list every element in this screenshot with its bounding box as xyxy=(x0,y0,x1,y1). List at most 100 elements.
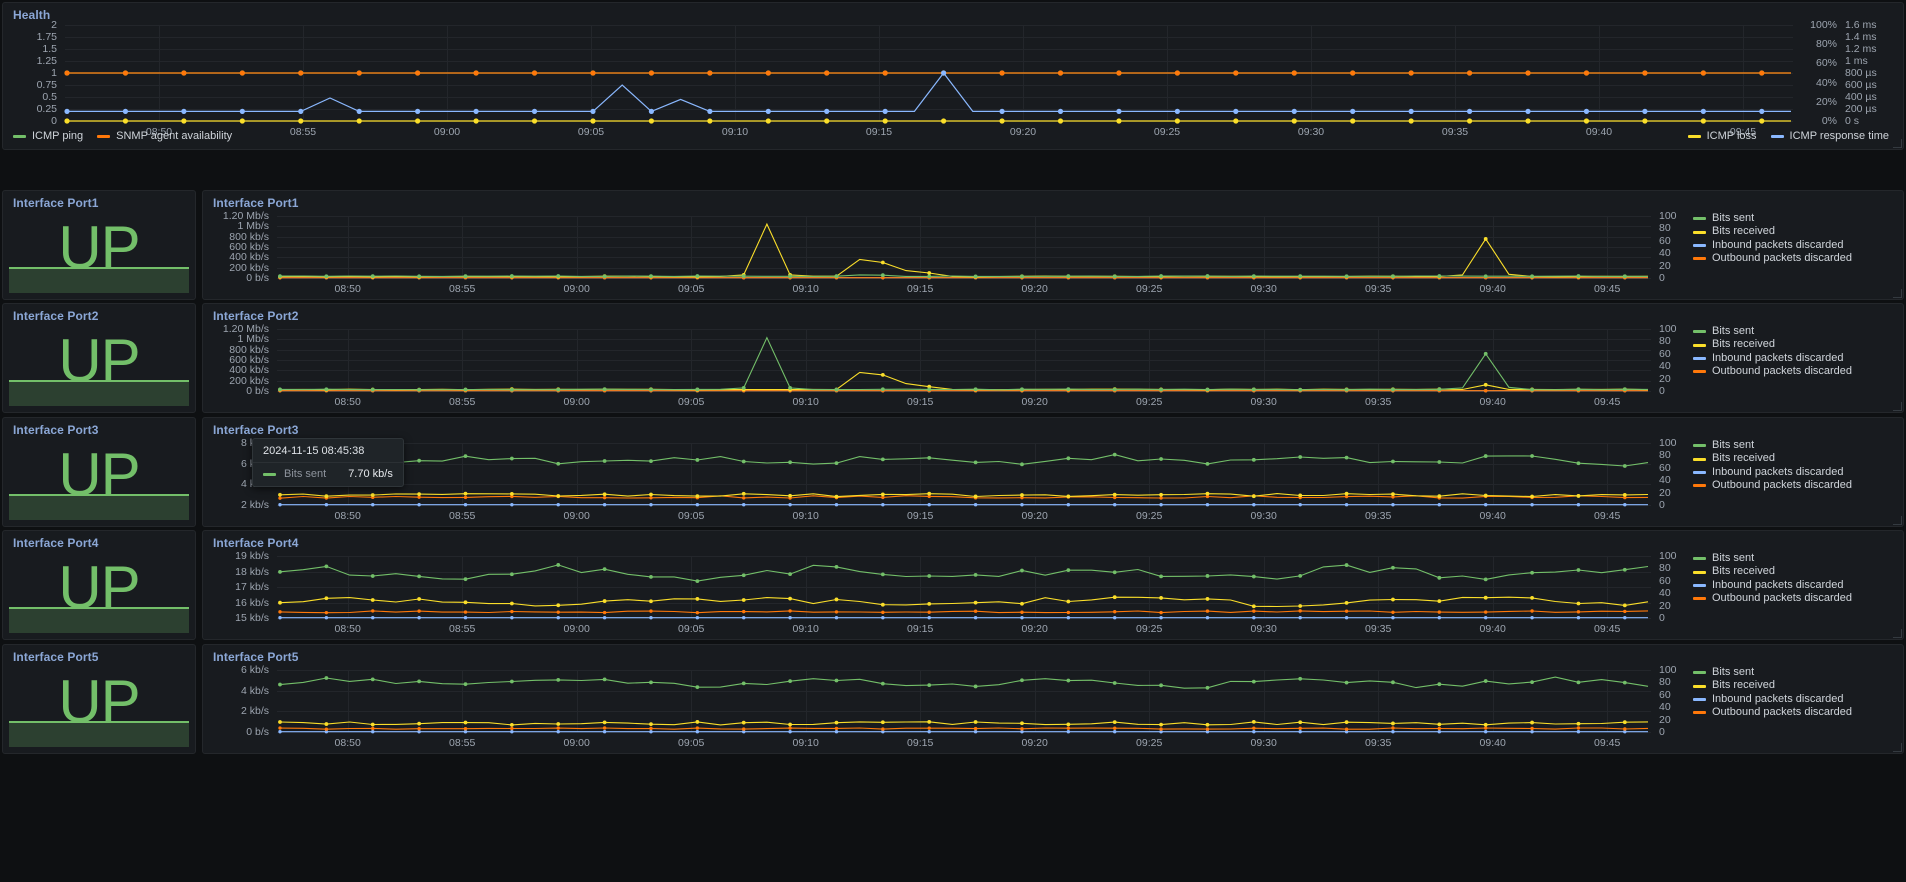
legend-item[interactable]: Bits received xyxy=(1693,225,1852,238)
panel-title-status-port1[interactable]: Interface Port1 xyxy=(13,196,99,210)
x-axis-tick: 09:10 xyxy=(792,396,819,408)
legend-item[interactable]: Bits received xyxy=(1693,452,1852,465)
status-bar-port1 xyxy=(9,267,189,293)
y-axis-tick-right: 20 xyxy=(1659,259,1671,272)
plot-area-port3[interactable]: 8 kb/s6 kb/s4 kb/s2 kb/s08:5008:5509:000… xyxy=(241,437,1677,522)
x-axis-tick: 09:25 xyxy=(1136,283,1163,295)
series-svg-port3 xyxy=(278,452,1649,507)
plot-area-port2[interactable]: 1.20 Mb/s 1 Mb/s 800 kb/s 600 kb/s 400 kb/s 2… xyxy=(223,323,1677,408)
panel-health[interactable]: Health 2 1.75 1.5 1.25 1 0.75 0.5 0.25 0 08:50 08:… xyxy=(2,2,1904,150)
panel-title-status-port4[interactable]: Interface Port4 xyxy=(13,536,99,550)
legend-item[interactable]: Bits sent xyxy=(1693,666,1852,679)
panel-title-graph-port5[interactable]: Interface Port5 xyxy=(213,650,299,664)
panel-title-status-port5[interactable]: Interface Port5 xyxy=(13,650,99,664)
y-axis-tick-left: 1 xyxy=(51,67,57,79)
panel-title-graph-port2[interactable]: Interface Port2 xyxy=(213,309,299,323)
legend-swatch-icmp-response-time xyxy=(1770,134,1784,138)
series-svg-port4 xyxy=(278,563,1649,620)
legend-swatch-inbound-packets-discarded xyxy=(1693,698,1706,702)
panel-title-status-port2[interactable]: Interface Port2 xyxy=(13,309,99,323)
x-axis-tick: 08:55 xyxy=(449,623,476,635)
legend-item[interactable]: Inbound packets discarded xyxy=(1693,693,1852,706)
legend-swatch-icmp-ping xyxy=(13,134,26,138)
panel-graph-port4[interactable]: Interface Port4 19 kb/s 18 kb/s 17 kb/s 16 k… xyxy=(202,530,1904,640)
panel-status-port3[interactable]: Interface Port3 UP xyxy=(2,417,196,527)
health-series-svg xyxy=(64,70,1791,124)
panel-graph-port1[interactable]: Interface Port1 1.20 Mb/s 1 Mb/s 800 kb/s 60… xyxy=(202,190,1904,300)
legend-label: Bits received xyxy=(1712,338,1775,351)
panel-status-port5[interactable]: Interface Port5 UP xyxy=(2,644,196,754)
legend-label: Outbound packets discarded xyxy=(1712,252,1853,265)
panel-resize-handle[interactable] xyxy=(1893,139,1902,148)
x-axis-tick: 08:55 xyxy=(449,283,476,295)
x-axis-tick: 09:40 xyxy=(1585,126,1613,138)
panel-resize-handle[interactable] xyxy=(1893,516,1902,525)
x-axis-tick: 09:05 xyxy=(678,623,705,635)
legend-item[interactable]: Bits sent xyxy=(1693,212,1852,225)
y-axis-tick-percent: 20% xyxy=(1815,95,1837,108)
legend-item[interactable]: Bits sent xyxy=(1693,325,1852,338)
panel-graph-port5[interactable]: Interface Port5 6 kb/s 4 kb/s 2 kb/s 0 b/s 08… xyxy=(202,644,1904,754)
y-axis-tick-right: 40 xyxy=(1659,701,1671,714)
panel-graph-port2[interactable]: Interface Port2 1.20 Mb/s 1 Mb/s 800 kb/s 60… xyxy=(202,303,1904,413)
panel-status-port2[interactable]: Interface Port2 UP xyxy=(2,303,196,413)
y-axis-tick: 0 b/s xyxy=(246,272,269,284)
plot-area-port4[interactable]: 19 kb/s 18 kb/s 17 kb/s 16 kb/s 15 kb/s 08:50… xyxy=(235,550,1676,635)
legend-label: Inbound packets discarded xyxy=(1712,238,1844,251)
legend-item[interactable]: ICMP loss xyxy=(1687,130,1757,143)
panel-title-graph-port4[interactable]: Interface Port4 xyxy=(213,536,299,550)
x-axis-tick: 09:40 xyxy=(1479,396,1506,408)
legend-item[interactable]: Bits received xyxy=(1693,338,1852,351)
legend-item[interactable]: Outbound packets discarded xyxy=(1693,479,1852,492)
panel-title-health[interactable]: Health xyxy=(13,8,50,22)
x-axis-tick: 08:55 xyxy=(449,396,476,408)
legend-item[interactable]: Outbound packets discarded xyxy=(1693,592,1852,605)
legend-swatch-outbound-packets-discarded xyxy=(1693,597,1706,601)
panel-resize-handle[interactable] xyxy=(1893,743,1902,752)
legend-label: Inbound packets discarded xyxy=(1712,692,1844,705)
panel-resize-handle[interactable] xyxy=(1893,629,1902,638)
x-axis-tick: 09:15 xyxy=(907,737,934,749)
panel-title-graph-port1[interactable]: Interface Port1 xyxy=(213,196,299,210)
status-bar-port5 xyxy=(9,721,189,747)
y-axis-tick-percent: 0% xyxy=(1821,115,1837,127)
legend-item[interactable]: Bits sent xyxy=(1693,439,1852,452)
legend-swatch-outbound-packets-discarded xyxy=(1693,711,1706,715)
plot-area-port1[interactable]: 1.20 Mb/s 1 Mb/s 800 kb/s 600 kb/s 400 kb/s 2… xyxy=(223,210,1677,295)
x-axis-tick: 09:20 xyxy=(1021,623,1048,635)
legend-item[interactable]: Outbound packets discarded xyxy=(1693,365,1852,378)
panel-graph-port3[interactable]: Interface Port38 kb/s6 kb/s4 kb/s2 kb/s0… xyxy=(202,417,1904,527)
legend-item[interactable]: Inbound packets discarded xyxy=(1693,579,1852,592)
legend-item[interactable]: SNMP agent availability xyxy=(97,130,232,143)
x-axis-tick: 08:55 xyxy=(449,737,476,749)
panel-resize-handle[interactable] xyxy=(1893,402,1902,411)
panel-status-port1[interactable]: Interface Port1 UP xyxy=(2,190,196,300)
panel-resize-handle[interactable] xyxy=(1893,289,1902,298)
legend-item[interactable]: Inbound packets discarded xyxy=(1693,352,1852,365)
legend-item[interactable]: ICMP response time xyxy=(1770,130,1889,143)
x-axis-tick: 09:30 xyxy=(1297,126,1325,138)
y-axis-tick-right: 80 xyxy=(1659,222,1671,235)
legend-item[interactable]: Bits sent xyxy=(1693,552,1852,565)
x-axis-tick: 09:05 xyxy=(678,510,705,522)
health-plot[interactable]: 2 1.75 1.5 1.25 1 0.75 0.5 0.25 0 08:50 08:55 09:00… xyxy=(37,19,1877,138)
panel-title-graph-port3[interactable]: Interface Port3 xyxy=(213,423,299,437)
panel-title-status-port3[interactable]: Interface Port3 xyxy=(13,423,99,437)
plot-area-port5[interactable]: 6 kb/s 4 kb/s 2 kb/s 0 b/s 08:50 08:55 09:00 09… xyxy=(241,664,1677,749)
status-bar-port4 xyxy=(9,607,189,633)
legend-item[interactable]: Outbound packets discarded xyxy=(1693,252,1852,265)
legend-swatch-inbound-packets-discarded xyxy=(1693,584,1706,588)
x-axis-tick: 09:20 xyxy=(1021,510,1048,522)
legend-item[interactable]: Inbound packets discarded xyxy=(1693,466,1852,479)
legend-label: Inbound packets discarded xyxy=(1712,351,1844,364)
x-axis-tick: 09:00 xyxy=(563,737,590,749)
x-axis-tick: 09:25 xyxy=(1136,510,1163,522)
y-axis-tick-right: 100 xyxy=(1659,323,1677,335)
panel-status-port4[interactable]: Interface Port4 UP xyxy=(2,530,196,640)
legend-item[interactable]: Outbound packets discarded xyxy=(1693,706,1852,719)
legend-item[interactable]: ICMP ping xyxy=(13,130,83,143)
legend-item[interactable]: Bits received xyxy=(1693,565,1852,578)
legend-item[interactable]: Bits received xyxy=(1693,679,1852,692)
legend-item[interactable]: Inbound packets discarded xyxy=(1693,239,1852,252)
y-axis-tick-right: 80 xyxy=(1659,676,1671,689)
